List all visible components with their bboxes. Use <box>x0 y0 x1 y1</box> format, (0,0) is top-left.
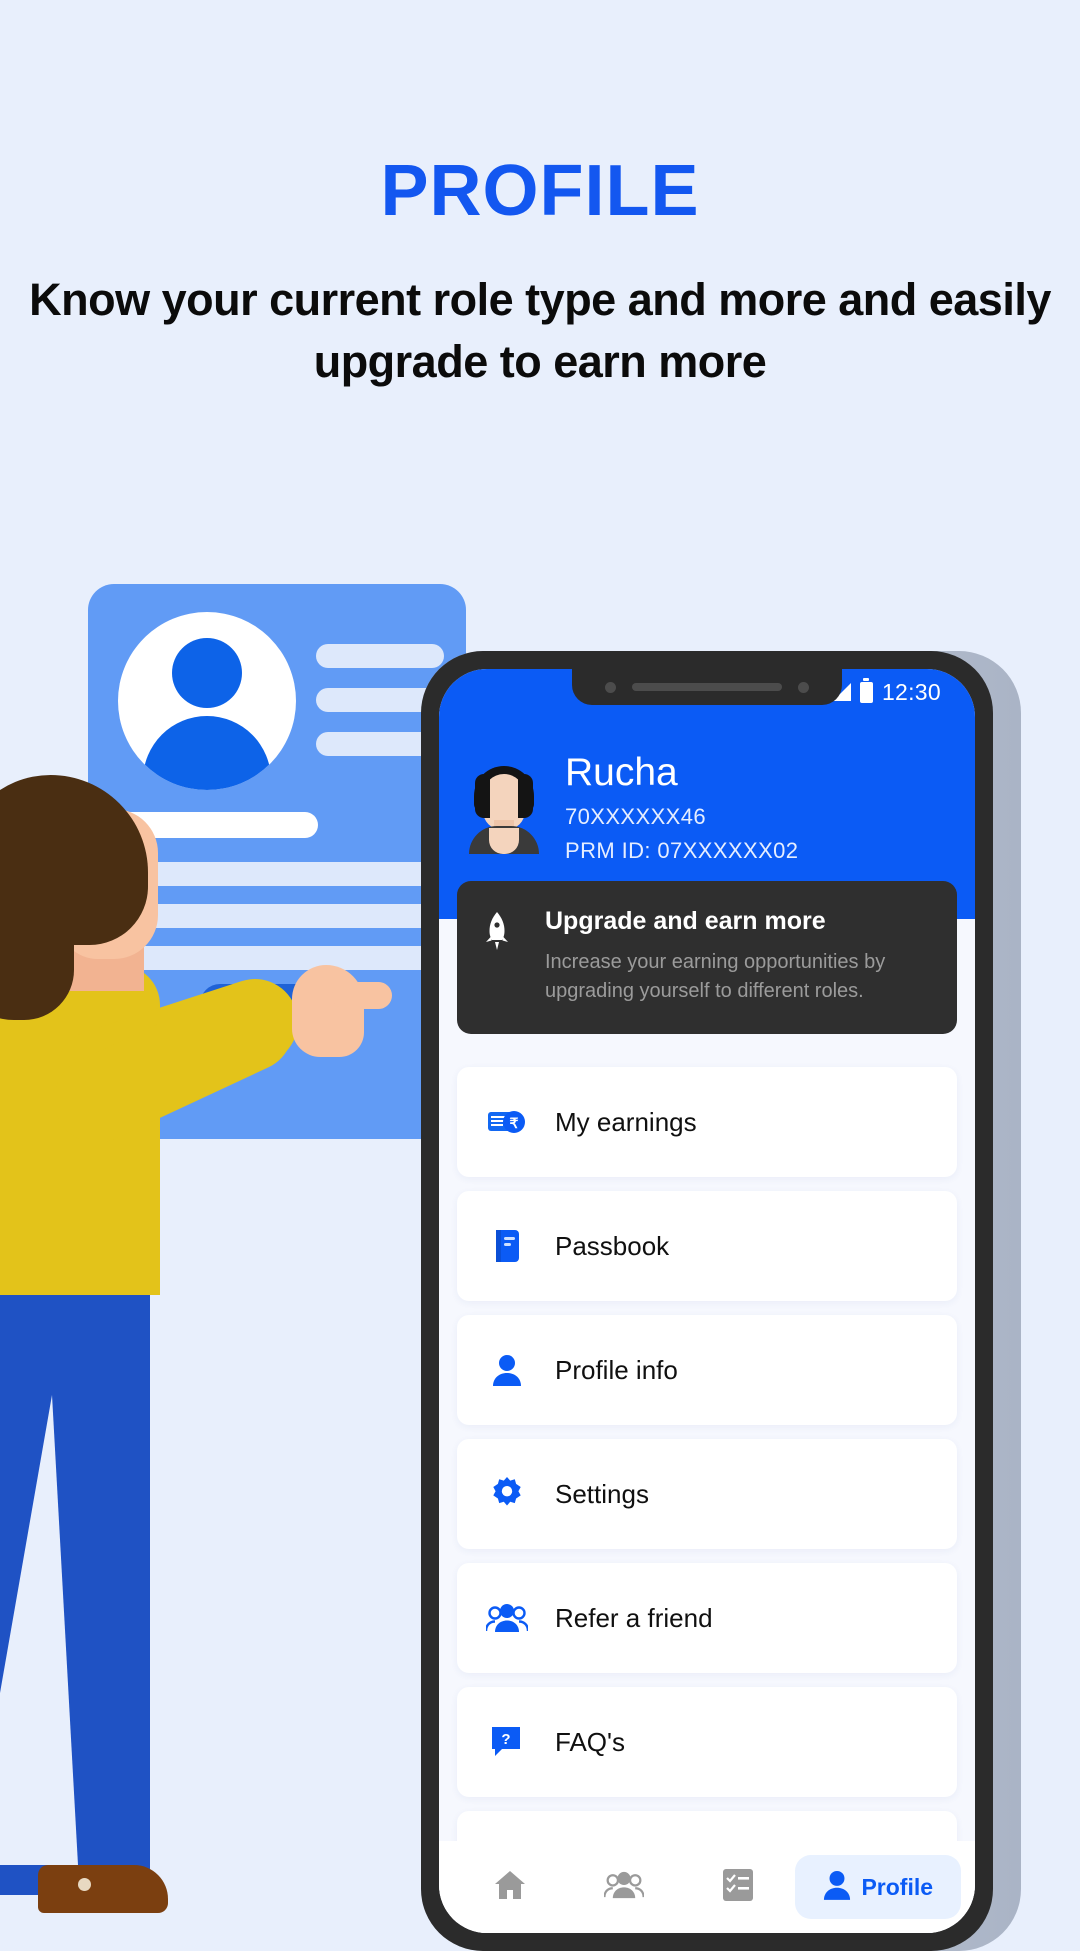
people-group-icon <box>485 1603 529 1633</box>
rupee-notes-icon: ₹ <box>485 1106 529 1138</box>
illustration-avatar-icon <box>118 612 296 790</box>
phone-notch <box>572 669 842 705</box>
home-icon <box>493 1869 527 1906</box>
menu-item-label: FAQ's <box>555 1726 625 1757</box>
menu-item-label: My earnings <box>555 1106 697 1137</box>
profile-prm-id: PRM ID: 07XXXXXX02 <box>565 837 799 863</box>
menu-item-label: Settings <box>555 1478 649 1509</box>
phone-mockup: 12:30 Rucha 70XXXXXX46 PRM ID: 07XXXXXX0… <box>421 651 1021 1951</box>
person-icon <box>823 1870 851 1905</box>
nav-item-group[interactable] <box>567 1855 681 1919</box>
question-bubble-icon: ? <box>485 1725 529 1759</box>
checklist-icon <box>722 1868 754 1907</box>
menu-item-profile-info[interactable]: Profile info <box>457 1315 957 1425</box>
profile-summary: Rucha 70XXXXXX46 PRM ID: 07XXXXXX02 <box>467 711 947 864</box>
menu-item-label: Profile info <box>555 1354 678 1385</box>
phone-frame: 12:30 Rucha 70XXXXXX46 PRM ID: 07XXXXXX0… <box>421 651 993 1951</box>
svg-text:₹: ₹ <box>510 1115 519 1131</box>
menu-item-my-earnings[interactable]: ₹ My earnings <box>457 1067 957 1177</box>
person-icon <box>485 1354 529 1386</box>
nav-item-label: Profile <box>861 1873 934 1900</box>
status-bar-clock: 12:30 <box>881 678 941 705</box>
nav-item-checklist[interactable] <box>681 1855 795 1919</box>
rocket-icon <box>483 907 517 1006</box>
sensor-icon <box>798 681 809 693</box>
svg-text:?: ? <box>501 1731 510 1748</box>
bottom-navigation: Profile <box>439 1841 975 1933</box>
page-subtitle: Know your current role type and more and… <box>29 274 1051 388</box>
battery-icon <box>859 677 873 703</box>
menu-item-passbook[interactable]: Passbook <box>457 1191 957 1301</box>
earpiece-speaker <box>632 683 782 691</box>
illustration-person <box>0 775 392 1925</box>
upgrade-title: Upgrade and earn more <box>545 907 826 935</box>
group-icon <box>603 1871 645 1904</box>
profile-phone: 70XXXXXX46 <box>565 803 706 829</box>
avatar <box>467 766 541 855</box>
nav-item-profile[interactable]: Profile <box>795 1855 961 1919</box>
menu-list: ₹ My earnings Passbook Profile info Sett… <box>439 919 975 1933</box>
front-camera-icon <box>605 681 616 693</box>
upgrade-description: Increase your earning opportunities by u… <box>545 951 886 1002</box>
passbook-icon <box>485 1229 529 1263</box>
menu-item-label: Passbook <box>555 1230 670 1261</box>
menu-item-settings[interactable]: Settings <box>457 1439 957 1549</box>
profile-name: Rucha <box>565 751 678 794</box>
nav-item-home[interactable] <box>453 1855 567 1919</box>
page-title: PROFILE <box>380 151 700 231</box>
headline-block: PROFILE Know your current role type and … <box>0 0 1080 393</box>
menu-item-faqs[interactable]: ? FAQ's <box>457 1687 957 1797</box>
phone-screen: 12:30 Rucha 70XXXXXX46 PRM ID: 07XXXXXX0… <box>439 669 975 1933</box>
upgrade-banner[interactable]: Upgrade and earn more Increase your earn… <box>457 881 957 1034</box>
menu-item-refer-a-friend[interactable]: Refer a friend <box>457 1563 957 1673</box>
menu-item-label: Refer a friend <box>555 1602 713 1633</box>
gear-icon <box>485 1477 529 1511</box>
